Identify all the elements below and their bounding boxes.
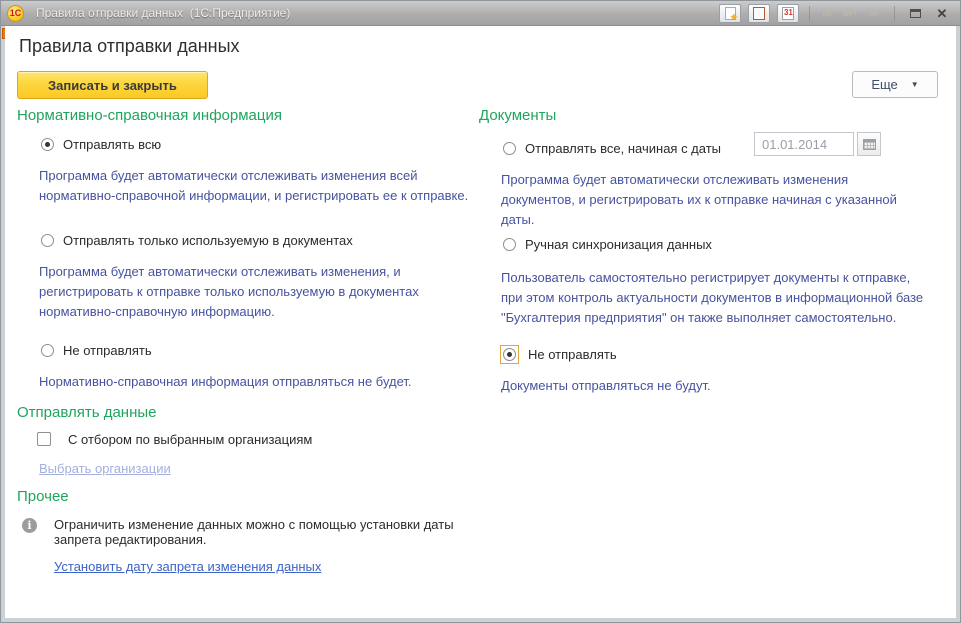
section-title-send-data: Отправлять данные	[17, 404, 473, 421]
calendar-icon: 31	[782, 7, 794, 20]
info-icon	[22, 518, 37, 533]
radio-label[interactable]: Отправлять только используемую в докумен…	[63, 233, 353, 248]
info-text: Ограничить изменение данных можно с помо…	[54, 517, 473, 547]
radio-button[interactable]	[41, 234, 54, 247]
option-description: Нормативно-справочная информация отправл…	[17, 372, 473, 392]
memory-minus-button[interactable]: M-	[867, 7, 884, 19]
set-restriction-date-link[interactable]: Установить дату запрета изменения данных	[54, 559, 321, 574]
star-document-icon	[725, 7, 736, 20]
radio-option-docs-do-not-send[interactable]: Не отправлять	[479, 346, 953, 362]
calendar-button[interactable]: 31	[777, 4, 799, 23]
section-title-documents: Документы	[479, 107, 953, 124]
maximize-icon	[910, 9, 921, 18]
calculator-button[interactable]	[748, 4, 770, 23]
radio-label[interactable]: Отправлять все, начиная с даты	[525, 141, 721, 156]
save-and-close-button[interactable]: Записать и закрыть	[17, 71, 208, 99]
option-description: Программа будет автоматически отслеживат…	[479, 170, 953, 230]
radio-label[interactable]: Отправлять всю	[63, 137, 161, 152]
nsi-column: Нормативно-справочная информация Отправл…	[17, 107, 473, 574]
calendar-grid-icon	[863, 139, 876, 150]
start-date-group	[754, 132, 881, 156]
info-note: Ограничить изменение данных можно с помо…	[17, 517, 473, 547]
radio-button[interactable]	[41, 138, 54, 151]
window-title: Правила отправки данных (1С:Предприятие)	[36, 6, 290, 20]
option-description: Программа будет автоматически отслеживат…	[17, 166, 473, 206]
calculator-icon	[753, 7, 765, 20]
favorites-button[interactable]	[719, 4, 741, 23]
toolbar-separator	[894, 6, 895, 21]
option-description: Пользователь самостоятельно регистрирует…	[479, 268, 953, 328]
focus-outline	[500, 345, 519, 364]
radio-option-docs-manual-sync[interactable]: Ручная синхронизация данных	[479, 236, 953, 252]
close-icon: ✕	[937, 7, 948, 20]
toolbar-separator	[809, 6, 810, 21]
close-button[interactable]: ✕	[932, 4, 952, 23]
radio-label[interactable]: Не отправлять	[528, 347, 617, 362]
chevron-down-icon: ▼	[911, 80, 919, 89]
select-organizations-link[interactable]: Выбрать организации	[39, 461, 171, 476]
titlebar-toolbar: 31 M M+ M- ✕	[719, 4, 952, 23]
section-title-nsi: Нормативно-справочная информация	[17, 107, 473, 124]
app-window: 1С Правила отправки данных (1С:Предприят…	[0, 0, 961, 623]
section-title-other: Прочее	[17, 488, 473, 505]
radio-label[interactable]: Ручная синхронизация данных	[525, 237, 712, 252]
radio-option-nsi-send-all[interactable]: Отправлять всю	[17, 136, 473, 152]
date-picker-button[interactable]	[857, 132, 881, 156]
page-title: Правила отправки данных	[19, 36, 240, 57]
radio-button[interactable]	[503, 348, 516, 361]
memory-plus-button[interactable]: M+	[841, 7, 861, 19]
more-button-label: Еще	[871, 77, 897, 92]
radio-label[interactable]: Не отправлять	[63, 343, 152, 358]
maximize-button[interactable]	[905, 4, 925, 23]
documents-column: Документы Отправлять все, начиная с даты…	[479, 107, 953, 422]
radio-option-nsi-used-in-docs[interactable]: Отправлять только используемую в докумен…	[17, 232, 473, 248]
checkbox[interactable]	[37, 432, 51, 446]
checkbox-filter-by-organizations[interactable]: С отбором по выбранным организациям	[17, 431, 473, 447]
radio-button[interactable]	[41, 344, 54, 357]
more-button[interactable]: Еще ▼	[852, 71, 938, 98]
radio-option-nsi-do-not-send[interactable]: Не отправлять	[17, 342, 473, 358]
window-titlebar: 1С Правила отправки данных (1С:Предприят…	[1, 1, 960, 26]
radio-button[interactable]	[503, 142, 516, 155]
checkbox-label[interactable]: С отбором по выбранным организациям	[68, 432, 312, 447]
1c-logo-icon: 1С	[7, 5, 24, 22]
start-date-input[interactable]	[754, 132, 854, 156]
radio-option-docs-send-from-date[interactable]: Отправлять все, начиная с даты	[479, 136, 953, 160]
radio-button[interactable]	[503, 238, 516, 251]
form-area: Правила отправки данных Записать и закры…	[5, 26, 956, 618]
memory-recall-button[interactable]: M	[820, 7, 833, 19]
option-description: Документы отправляться не будут.	[479, 376, 953, 396]
option-description: Программа будет автоматически отслеживат…	[17, 262, 473, 322]
